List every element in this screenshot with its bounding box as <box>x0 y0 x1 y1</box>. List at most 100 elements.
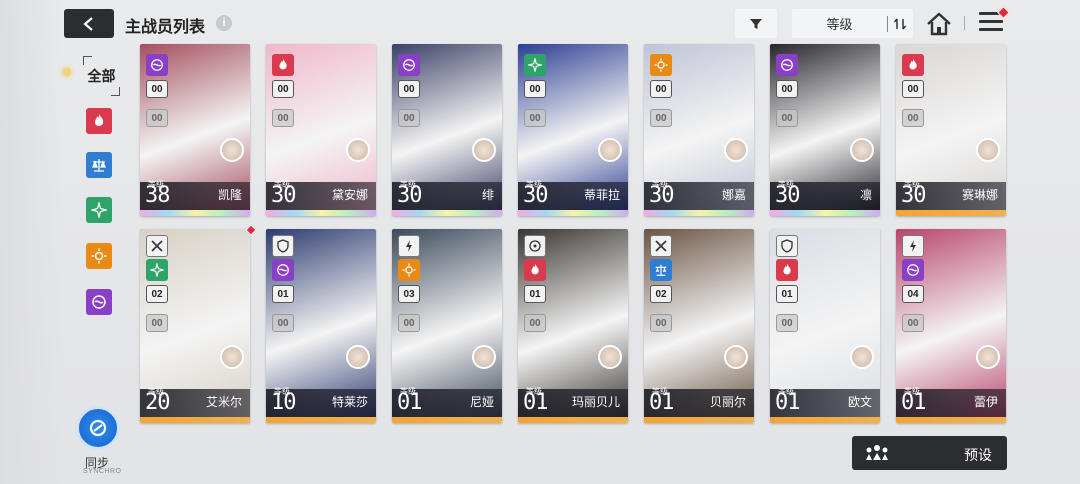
sync-button[interactable] <box>76 406 120 450</box>
rarity-strip <box>518 210 628 216</box>
filter-button[interactable] <box>735 9 777 38</box>
preset-button[interactable]: 预设 <box>852 436 1007 470</box>
page-title: 主战员列表 <box>125 19 206 36</box>
character-card[interactable]: 03 00 等级 01 尼娅 <box>392 229 502 423</box>
character-name: 凯隆 <box>217 188 242 202</box>
squad-icon <box>866 445 888 460</box>
level-value: 38 <box>145 183 170 208</box>
rank-badge: 00 <box>524 80 546 98</box>
character-name: 蕾伊 <box>973 395 998 409</box>
character-card[interactable]: 00 00 等级 30 蒂菲拉 <box>518 44 628 216</box>
sub-rank-badge: 00 <box>902 314 924 332</box>
element-filter-panel: 全部 同步 SYNCHRO <box>63 50 132 484</box>
iron-icon <box>776 54 798 76</box>
character-card[interactable]: 00 00 等级 30 凛 <box>770 44 880 216</box>
iron-icon <box>902 259 924 281</box>
level-value: 01 <box>523 390 548 415</box>
character-name: 赛琳娜 <box>961 188 998 202</box>
class-icon <box>146 235 168 257</box>
companion-avatar <box>976 138 1000 162</box>
rarity-strip <box>392 210 502 216</box>
level-value: 01 <box>397 390 422 415</box>
character-name: 绯 <box>481 188 494 202</box>
scale-icon <box>92 159 106 172</box>
companion-avatar <box>346 345 370 369</box>
rank-badge: 01 <box>524 285 546 303</box>
rarity-strip <box>770 210 880 216</box>
iron-icon <box>146 54 168 76</box>
rank-badge: 04 <box>902 285 924 303</box>
filter-electric-button[interactable] <box>86 243 112 269</box>
character-card[interactable]: 00 00 等级 30 黛安娜 <box>266 44 376 216</box>
level-value: 30 <box>901 183 926 208</box>
character-card[interactable]: 02 00 等级 01 贝丽尔 <box>644 229 754 423</box>
funnel-icon <box>750 18 762 29</box>
wind-icon <box>91 202 107 218</box>
rank-badge: 00 <box>650 80 672 98</box>
rank-badge: 00 <box>776 80 798 98</box>
info-icon[interactable]: i <box>216 15 232 31</box>
sub-rank-badge: 00 <box>272 109 294 127</box>
fire-icon <box>902 54 924 76</box>
filter-wind-button[interactable] <box>86 197 112 223</box>
character-card[interactable]: 01 00 等级 10 特莱莎 <box>266 229 376 423</box>
sub-rank-badge: 00 <box>524 109 546 127</box>
left-backdrop <box>0 0 64 484</box>
level-value: 30 <box>649 183 674 208</box>
rarity-strip <box>266 210 376 216</box>
sub-rank-badge: 00 <box>902 109 924 127</box>
filter-iron-button[interactable] <box>86 289 112 315</box>
companion-avatar <box>598 345 622 369</box>
character-card[interactable]: 00 00 等级 30 绯 <box>392 44 502 216</box>
character-name: 蒂菲拉 <box>583 188 620 202</box>
character-card[interactable]: 04 00 等级 01 蕾伊 <box>896 229 1006 423</box>
sub-rank-badge: 00 <box>398 314 420 332</box>
iron-icon <box>398 54 420 76</box>
filter-fire-button[interactable] <box>86 108 112 134</box>
character-name: 欧文 <box>847 395 872 409</box>
character-name: 娜嘉 <box>721 188 746 202</box>
level-value: 30 <box>397 183 422 208</box>
character-card[interactable]: 00 00 等级 30 娜嘉 <box>644 44 754 216</box>
rarity-strip <box>896 417 1006 423</box>
character-card[interactable]: 00 00 等级 30 赛琳娜 <box>896 44 1006 216</box>
character-name: 玛丽贝儿 <box>571 395 620 409</box>
character-card[interactable]: 01 00 等级 01 玛丽贝儿 <box>518 229 628 423</box>
sort-dropdown[interactable]: 等级 <box>792 9 913 38</box>
sort-order-icon[interactable] <box>888 17 912 31</box>
filter-all-button[interactable]: 全部 <box>83 56 120 96</box>
wind-icon <box>146 259 168 281</box>
rarity-strip <box>896 210 1006 216</box>
fire-icon <box>94 114 104 126</box>
character-card[interactable]: 00 00 等级 38 凯隆 <box>140 44 250 216</box>
sub-rank-badge: 00 <box>776 314 798 332</box>
rank-badge: 00 <box>146 80 168 98</box>
fire-icon <box>524 259 546 281</box>
level-value: 01 <box>775 390 800 415</box>
class-icon <box>650 235 672 257</box>
sub-rank-badge: 00 <box>398 109 420 127</box>
companion-avatar <box>220 345 244 369</box>
rarity-strip <box>266 417 376 423</box>
rank-badge: 01 <box>272 285 294 303</box>
water-icon <box>650 259 672 281</box>
class-icon <box>524 235 546 257</box>
character-card[interactable]: 02 00 等级 20 艾米尔 <box>140 229 250 423</box>
character-card[interactable]: 01 00 等级 01 欧文 <box>770 229 880 423</box>
rarity-strip <box>644 417 754 423</box>
sub-rank-badge: 00 <box>650 314 672 332</box>
electric-icon <box>650 54 672 76</box>
sub-rank-badge: 00 <box>776 109 798 127</box>
companion-avatar <box>850 345 874 369</box>
sync-icon <box>89 419 107 437</box>
home-icon[interactable] <box>925 10 953 38</box>
level-value: 10 <box>271 390 296 415</box>
filter-water-button[interactable] <box>86 152 112 178</box>
back-button[interactable] <box>64 9 114 38</box>
electric-icon <box>91 248 107 264</box>
rarity-strip <box>770 417 880 423</box>
rarity-strip <box>644 210 754 216</box>
sub-rank-badge: 00 <box>272 314 294 332</box>
rarity-strip <box>392 417 502 423</box>
rank-badge: 03 <box>398 285 420 303</box>
